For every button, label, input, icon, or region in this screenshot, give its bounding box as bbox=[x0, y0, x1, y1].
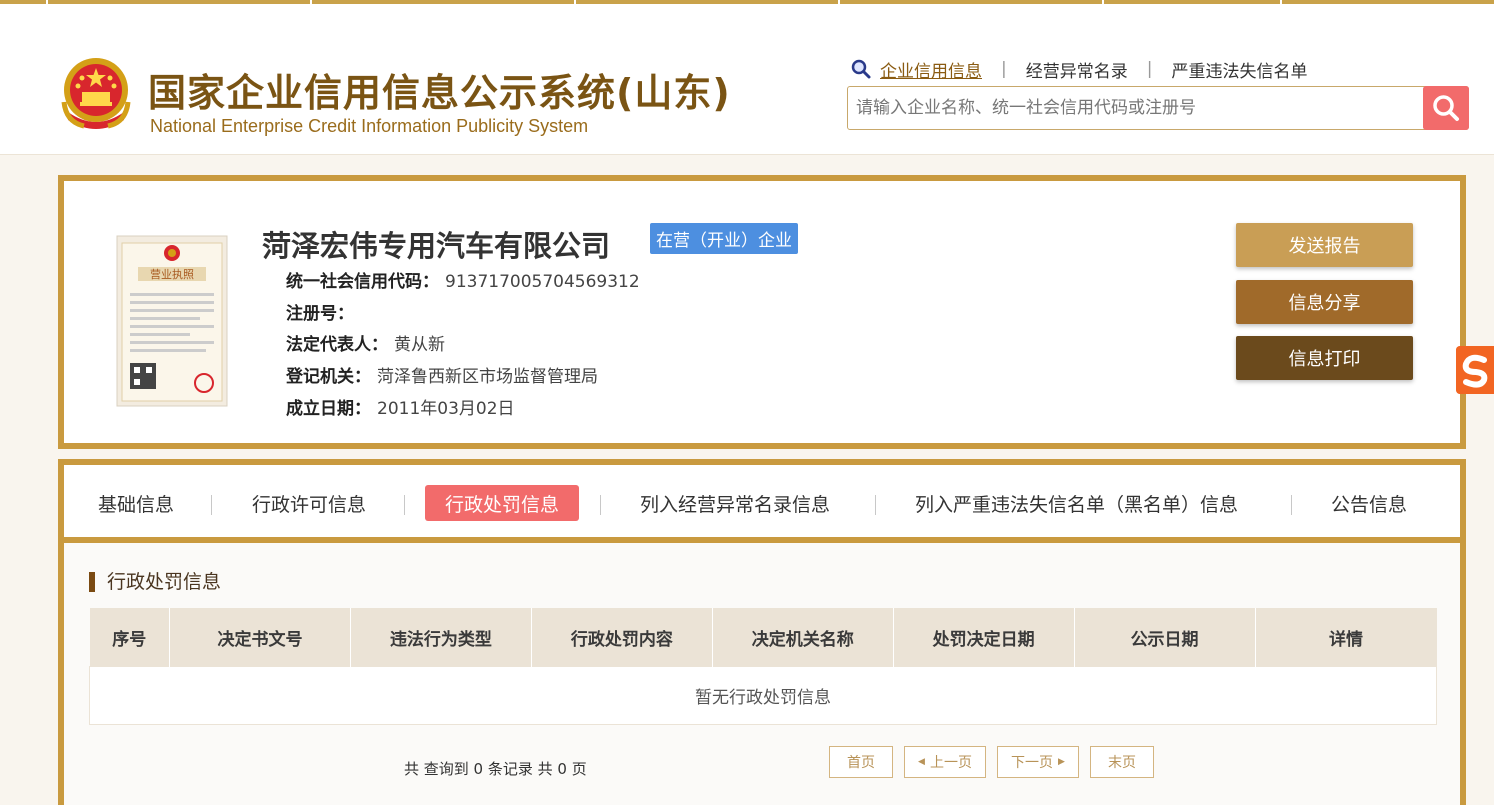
share-info-button[interactable]: 信息分享 bbox=[1236, 280, 1413, 324]
credit-code-label: 统一社会信用代码： bbox=[286, 272, 439, 292]
pager-last-button[interactable]: 末页 bbox=[1090, 746, 1154, 778]
reg-authority-value: 菏泽鲁西新区市场监督管理局 bbox=[377, 367, 598, 387]
founded-date-label: 成立日期： bbox=[286, 399, 371, 419]
svg-text:营业执照: 营业执照 bbox=[150, 267, 194, 281]
site-header: 国家企业信用信息公示系统(山东) National Enterprise Cre… bbox=[0, 4, 1494, 155]
col-violation-type: 违法行为类型 bbox=[350, 608, 532, 667]
col-decision-number: 决定书文号 bbox=[169, 608, 351, 667]
table-header-row: 序号 决定书文号 违法行为类型 行政处罚内容 决定机关名称 处罚决定日期 公示日… bbox=[89, 608, 1437, 667]
info-row-founded-date: 成立日期： 2011年03月02日 bbox=[286, 394, 515, 419]
company-name: 菏泽宏伟专用汽车有限公司 bbox=[262, 229, 611, 263]
penalty-table: 序号 决定书文号 违法行为类型 行政处罚内容 决定机关名称 处罚决定日期 公示日… bbox=[89, 608, 1437, 725]
legal-rep-label: 法定代表人： bbox=[286, 335, 388, 355]
nav-separator: | bbox=[1001, 59, 1007, 79]
company-card: 营业执照 菏泽宏伟专用汽车有限公司 在营（开业）企业 统一社会信用代码： 9137… bbox=[58, 175, 1466, 449]
pager-next-label: 下一页 bbox=[1011, 755, 1054, 771]
empty-message: 暂无行政处罚信息 bbox=[89, 666, 1437, 725]
section-title: 行政处罚信息 bbox=[89, 572, 221, 592]
tab-admin-penalty[interactable]: 行政处罚信息 bbox=[425, 485, 580, 521]
send-report-button[interactable]: 发送报告 bbox=[1236, 223, 1413, 267]
tab-admin-permit[interactable]: 行政许可信息 bbox=[252, 485, 366, 521]
tab-announcements[interactable]: 公告信息 bbox=[1331, 485, 1407, 521]
reg-authority-label: 登记机关： bbox=[286, 367, 371, 387]
nav-separator: | bbox=[1146, 59, 1153, 79]
pager-first-button[interactable]: 首页 bbox=[829, 746, 893, 778]
record-count: 共 查询到 0 条记录 共 0 页 bbox=[404, 760, 587, 778]
tab-bar: 基础信息 行政许可信息 行政处罚信息 列入经营异常名录信息 列入严重违法失信名单… bbox=[64, 465, 1460, 543]
col-penalty-content: 行政处罚内容 bbox=[531, 608, 713, 667]
tab-separator bbox=[404, 495, 405, 515]
tab-separator bbox=[1291, 495, 1292, 515]
print-info-button[interactable]: 信息打印 bbox=[1236, 336, 1413, 380]
col-details: 详情 bbox=[1255, 608, 1437, 667]
col-authority-name: 决定机关名称 bbox=[712, 608, 894, 667]
tab-separator bbox=[600, 495, 601, 515]
search-input[interactable] bbox=[856, 87, 1416, 129]
nav-abnormal-list[interactable]: 经营异常名录 bbox=[1026, 57, 1128, 82]
info-row-legal-rep: 法定代表人： 黄从新 bbox=[286, 330, 445, 355]
reg-number-label: 注册号： bbox=[286, 304, 354, 324]
tab-basic-info[interactable]: 基础信息 bbox=[98, 485, 174, 521]
nav-serious-violation-list[interactable]: 严重违法失信名单 bbox=[1171, 57, 1307, 82]
pager-prev-button[interactable]: ◀ 上一页 bbox=[904, 746, 986, 778]
table-row: 暂无行政处罚信息 bbox=[89, 666, 1437, 725]
tab-separator bbox=[875, 495, 876, 515]
site-title: 国家企业信用信息公示系统(山东) bbox=[148, 71, 731, 115]
magnifier-icon bbox=[851, 59, 871, 79]
caret-right-icon: ▶ bbox=[1058, 757, 1065, 767]
tab-blacklist[interactable]: 列入严重违法失信名单（黑名单）信息 bbox=[915, 485, 1238, 521]
legal-rep-value: 黄从新 bbox=[394, 335, 445, 355]
top-nav: 企业信用信息 | 经营异常名录 | 严重违法失信名单 bbox=[850, 56, 1307, 82]
founded-date-value: 2011年03月02日 bbox=[377, 399, 515, 419]
tab-abnormal-list[interactable]: 列入经营异常名录信息 bbox=[640, 485, 830, 521]
status-badge: 在营（开业）企业 bbox=[650, 223, 798, 254]
info-row-credit-code: 统一社会信用代码： 913717005704569312 bbox=[286, 267, 640, 292]
info-row-reg-number: 注册号： bbox=[286, 299, 360, 324]
tab-separator bbox=[211, 495, 212, 515]
detail-panel: 基础信息 行政许可信息 行政处罚信息 列入经营异常名录信息 列入严重违法失信名单… bbox=[58, 459, 1466, 805]
national-emblem-icon bbox=[61, 58, 131, 129]
col-index: 序号 bbox=[89, 608, 171, 667]
col-decision-date: 处罚决定日期 bbox=[893, 608, 1075, 667]
info-row-reg-authority: 登记机关： 菏泽鲁西新区市场监督管理局 bbox=[286, 362, 598, 387]
col-publish-date: 公示日期 bbox=[1074, 608, 1256, 667]
pager-next-button[interactable]: 下一页 ▶ bbox=[997, 746, 1079, 778]
caret-left-icon: ◀ bbox=[918, 757, 925, 767]
search-button[interactable] bbox=[1423, 86, 1469, 130]
pager-last-label: 末页 bbox=[1108, 755, 1136, 771]
pager-first-label: 首页 bbox=[847, 755, 875, 771]
sogou-input-icon[interactable] bbox=[1456, 346, 1494, 394]
credit-code-value: 913717005704569312 bbox=[445, 272, 640, 292]
pager-prev-label: 上一页 bbox=[929, 755, 972, 771]
search-icon bbox=[1433, 95, 1459, 121]
search-box bbox=[847, 86, 1469, 130]
site-subtitle: National Enterprise Credit Information P… bbox=[150, 116, 589, 136]
business-license-icon[interactable]: 营业执照 bbox=[116, 235, 228, 407]
nav-enterprise-credit[interactable]: 企业信用信息 bbox=[880, 57, 982, 82]
